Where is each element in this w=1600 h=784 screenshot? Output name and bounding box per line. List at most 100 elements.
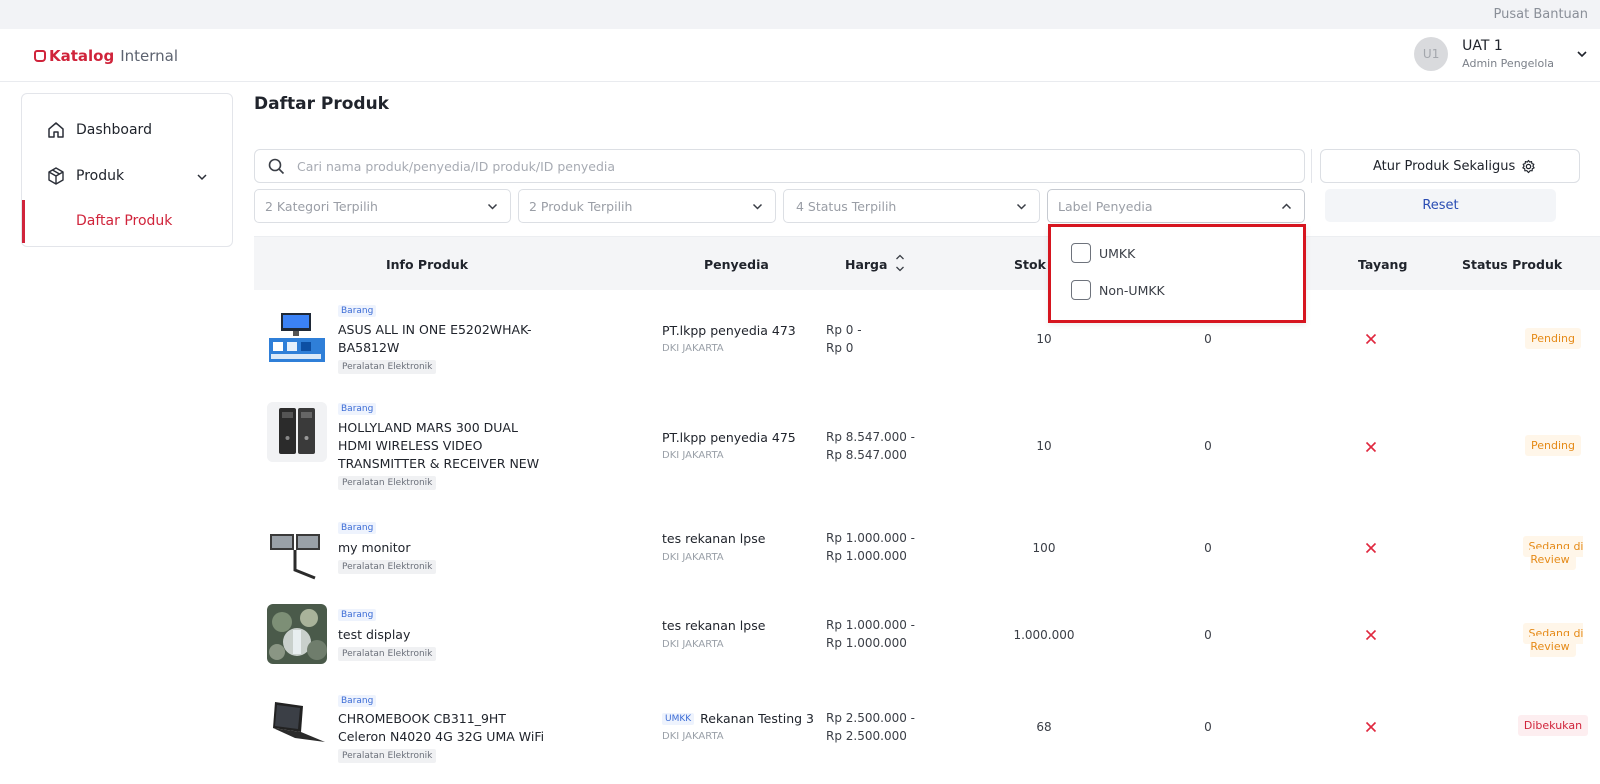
close-icon bbox=[1365, 441, 1377, 453]
reset-button[interactable]: Reset bbox=[1325, 189, 1556, 222]
vendor-name[interactable]: UMKK Rekanan Testing 3 bbox=[662, 711, 814, 726]
chevron-up-icon bbox=[1281, 203, 1292, 210]
status-badge: Sedang di Review bbox=[1503, 623, 1600, 657]
sort-icon[interactable] bbox=[895, 251, 905, 275]
category-filter-value: 2 Kategori Terpilih bbox=[265, 198, 378, 214]
search-input[interactable] bbox=[297, 158, 1197, 174]
product-name[interactable]: HOLLYLAND MARS 300 DUAL HDMI WIRELESS VI… bbox=[338, 419, 548, 473]
price-min: Rp 1.000.000 - bbox=[826, 618, 915, 632]
product-name[interactable]: ASUS ALL IN ONE E5202WHAK-BA5812W bbox=[338, 321, 548, 357]
table-header: Info Produk Penyedia Harga Stok Tayang S… bbox=[254, 236, 1600, 290]
vendor-name-text: Rekanan Testing 3 bbox=[700, 711, 814, 726]
sidebar: Dashboard Produk Daftar Produk bbox=[21, 93, 233, 247]
column-header-info: Info Produk bbox=[386, 257, 469, 272]
table-row[interactable]: Barang CHROMEBOOK CB311_9HT Celeron N402… bbox=[254, 682, 1600, 784]
option-non-umkk[interactable]: Non-UMKK bbox=[1071, 280, 1165, 300]
user-name: UAT 1 bbox=[1462, 38, 1503, 54]
product-category-tag: Peralatan Elektronik bbox=[338, 476, 437, 490]
logo-subtitle: Internal bbox=[120, 47, 179, 65]
table-row[interactable]: Barang ASUS ALL IN ONE E5202WHAK-BA5812W… bbox=[254, 290, 1600, 389]
product-image[interactable] bbox=[267, 604, 327, 664]
sidebar-subitem-label: Daftar Produk bbox=[76, 213, 173, 229]
vendor-name-text: tes rekanan lpse bbox=[662, 618, 766, 633]
chevron-down-icon[interactable] bbox=[196, 171, 208, 183]
close-icon bbox=[1365, 333, 1377, 345]
product-category-tag: Peralatan Elektronik bbox=[338, 647, 437, 661]
status-badge: Pending bbox=[1503, 435, 1600, 456]
vendor-location: DKI JAKARTA bbox=[662, 450, 724, 461]
bulk-edit-button[interactable]: Atur Produk Sekaligus bbox=[1320, 149, 1580, 183]
product-image[interactable] bbox=[267, 520, 327, 580]
product-type-badge: Barang bbox=[338, 609, 377, 621]
user-info: UAT 1 Admin Pengelola bbox=[1462, 38, 1554, 70]
checkbox[interactable] bbox=[1071, 280, 1091, 300]
vendor-name[interactable]: PT.lkpp penyedia 475 bbox=[662, 430, 796, 445]
price-min: Rp 8.547.000 - bbox=[826, 430, 915, 444]
price-max: Rp 0 bbox=[826, 340, 854, 355]
option-umkk[interactable]: UMKK bbox=[1071, 243, 1135, 263]
count-value: 0 bbox=[1204, 720, 1212, 734]
chevron-down-icon[interactable] bbox=[1576, 48, 1588, 60]
product-category-tag: Peralatan Elektronik bbox=[338, 749, 437, 763]
product-name[interactable]: CHROMEBOOK CB311_9HT Celeron N4020 4G 32… bbox=[338, 710, 548, 746]
product-type-badge: Barang bbox=[338, 695, 377, 707]
sidebar-item-dashboard[interactable]: Dashboard bbox=[46, 120, 152, 140]
category-filter-select[interactable]: 2 Kategori Terpilih bbox=[254, 189, 511, 223]
product-image[interactable] bbox=[267, 305, 327, 365]
vendor-label-filter-placeholder: Label Penyedia bbox=[1058, 198, 1153, 214]
chevron-down-icon bbox=[487, 203, 498, 210]
close-icon bbox=[1365, 721, 1377, 733]
stock-value: 100 bbox=[1032, 541, 1056, 555]
sidebar-item-label: Dashboard bbox=[76, 122, 152, 138]
table-row[interactable]: Barang test display Peralatan Elektronik… bbox=[254, 594, 1600, 682]
price-max: Rp 8.547.000 bbox=[826, 447, 907, 462]
table-row[interactable]: Barang my monitor Peralatan Elektronik t… bbox=[254, 508, 1600, 594]
column-header-vendor: Penyedia bbox=[704, 257, 769, 272]
status-filter-select[interactable]: 4 Status Terpilih bbox=[783, 189, 1040, 223]
status-text: Sedang di Review bbox=[1522, 536, 1584, 570]
bag-icon bbox=[34, 50, 46, 62]
vendor-name[interactable]: tes rekanan lpse bbox=[662, 618, 765, 633]
stock-value: 68 bbox=[1036, 720, 1052, 734]
price-range: Rp 1.000.000 - Rp 1.000.000 bbox=[826, 530, 915, 565]
vendor-label-dropdown: UMKK Non-UMKK bbox=[1048, 224, 1306, 323]
product-category-tag: Peralatan Elektronik bbox=[338, 560, 437, 574]
app-logo[interactable]: Katalog Internal bbox=[34, 47, 178, 65]
help-center-link[interactable]: Pusat Bantuan bbox=[1494, 7, 1589, 22]
product-filter-select[interactable]: 2 Produk Terpilih bbox=[518, 189, 776, 223]
price-min: Rp 0 - bbox=[826, 323, 862, 337]
search-box bbox=[254, 149, 1305, 183]
vendor-name-text: PT.lkpp penyedia 473 bbox=[662, 323, 796, 338]
status-text: Pending bbox=[1525, 435, 1581, 456]
price-max: Rp 1.000.000 bbox=[826, 548, 907, 563]
checkbox[interactable] bbox=[1071, 243, 1091, 263]
price-max: Rp 2.500.000 bbox=[826, 728, 907, 743]
status-badge: Pending bbox=[1503, 328, 1600, 349]
sidebar-item-daftar-produk[interactable]: Daftar Produk bbox=[22, 200, 232, 243]
vendor-name[interactable]: PT.lkpp penyedia 473 bbox=[662, 323, 796, 338]
vendor-location: DKI JAKARTA bbox=[662, 552, 724, 563]
product-name[interactable]: test display bbox=[338, 626, 548, 644]
vendor-name-text: PT.lkpp penyedia 475 bbox=[662, 430, 796, 445]
logo-brand: Katalog bbox=[49, 47, 115, 65]
price-range: Rp 8.547.000 - Rp 8.547.000 bbox=[826, 429, 915, 464]
sidebar-item-label: Produk bbox=[76, 168, 125, 184]
product-name[interactable]: my monitor bbox=[338, 539, 548, 557]
sidebar-item-produk[interactable]: Produk bbox=[46, 166, 216, 186]
vendor-label-filter-select[interactable]: Label Penyedia bbox=[1047, 189, 1305, 223]
product-type-badge: Barang bbox=[338, 403, 377, 415]
product-category-tag: Peralatan Elektronik bbox=[338, 360, 437, 374]
bulk-edit-label: Atur Produk Sekaligus bbox=[1373, 158, 1516, 174]
product-image[interactable] bbox=[267, 402, 327, 462]
product-type-badge: Barang bbox=[338, 522, 377, 534]
vendor-name[interactable]: tes rekanan lpse bbox=[662, 531, 765, 546]
close-icon bbox=[1365, 542, 1377, 554]
table-row[interactable]: Barang HOLLYLAND MARS 300 DUAL HDMI WIRE… bbox=[254, 389, 1600, 508]
product-image[interactable] bbox=[267, 692, 327, 752]
app-header: Katalog Internal U1 UAT 1 Admin Pengelol… bbox=[0, 29, 1600, 82]
stock-value: 10 bbox=[1036, 332, 1052, 346]
option-label: UMKK bbox=[1099, 245, 1136, 261]
option-label: Non-UMKK bbox=[1099, 282, 1165, 298]
vendor-name-text: tes rekanan lpse bbox=[662, 531, 766, 546]
user-menu[interactable]: U1 UAT 1 Admin Pengelola bbox=[1414, 37, 1588, 71]
